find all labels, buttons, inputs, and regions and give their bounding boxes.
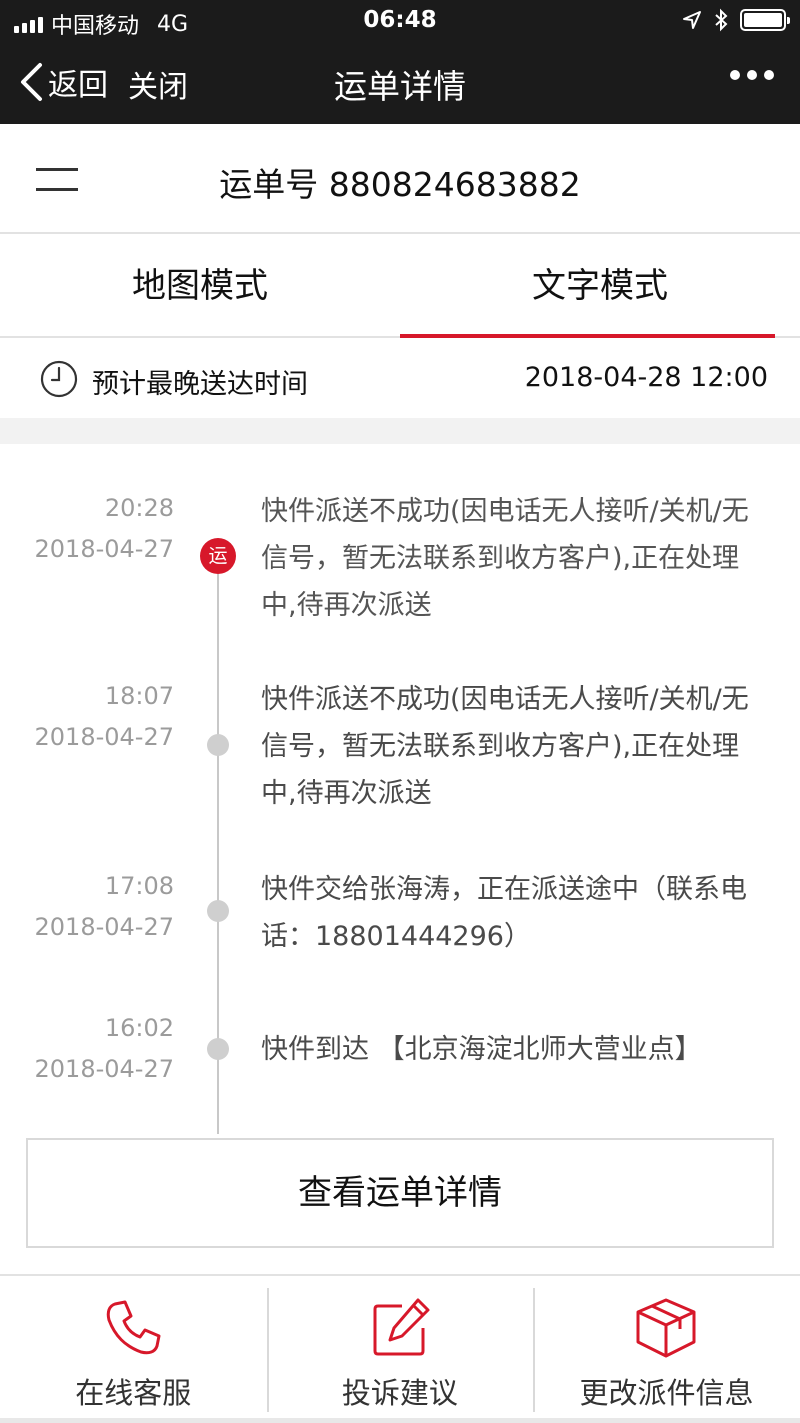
event-date: 2018-04-27 [34,1055,174,1083]
change-delivery-info-label: 更改派件信息 [579,1376,754,1410]
eta-value: 2018-04-28 12:00 [524,362,768,393]
menu-icon[interactable] [36,164,78,194]
phone-icon [107,1300,161,1355]
timeline-dot [207,900,229,922]
event-description: 快件交给张海涛，正在派送途中（联系电话：18801444296） [261,874,747,952]
event-time: 20:28 [104,494,174,522]
edit-icon [373,1298,430,1356]
transport-badge-icon: 运 [200,538,236,574]
complaint-suggestion-label: 投诉建议 [341,1376,458,1410]
eta-row: 预计最晚送达时间 2018-04-28 12:00 [0,340,800,418]
clock-icon [40,360,78,398]
event-time: 18:07 [104,682,174,710]
location-arrow-icon [683,11,701,29]
waybill-number: 运单号 880824683882 [219,165,581,204]
more-dots-icon[interactable] [730,70,774,80]
event-description: 快件派送不成功(因电话无人接听/关机/无信号，暂无法联系到收方客户),正在处理中… [261,496,749,621]
status-bar: 中国移动 4G 06:48 [0,0,800,40]
close-button[interactable]: 关闭 [128,62,188,106]
event-time: 16:02 [104,1014,174,1042]
bottom-edge [0,1418,800,1423]
back-button[interactable]: 返回 [18,60,108,104]
battery-fill [744,13,782,27]
tab-map-mode[interactable]: 地图模式 [0,236,400,336]
status-time: 06:48 [363,7,437,33]
waybill-header: 运单号 880824683882 [0,124,800,234]
bluetooth-icon [715,8,728,32]
event-description: 快件派送不成功(因电话无人接听/关机/无信号，暂无法联系到收方客户),正在处理中… [261,684,749,809]
tab-text-mode[interactable]: 文字模式 [400,236,800,338]
chevron-left-icon [21,63,42,101]
view-waybill-details-button[interactable]: 查看运单详情 [26,1138,774,1248]
bottom-action-bar: 在线客服 投诉建议 更改派件信息 [0,1274,800,1423]
eta-label: 预计最晚送达时间 [92,369,308,400]
section-divider [0,418,800,444]
complaint-suggestion-button[interactable]: 投诉建议 [266,1276,534,1423]
event-date: 2018-04-27 [34,913,174,941]
navigation-bar: 返回 关闭 运单详情 [0,40,800,124]
event-description: 快件到达 【北京海淀北师大营业点】 [261,1034,702,1065]
battery-icon [740,9,790,31]
mode-tabs: 地图模式 文字模式 [0,236,800,338]
page-title: 运单详情 [334,67,466,106]
online-service-button[interactable]: 在线客服 [0,1276,267,1423]
event-time: 17:08 [104,872,174,900]
timeline-dot [207,1038,229,1060]
event-date: 2018-04-27 [34,535,174,563]
event-date: 2018-04-27 [34,723,174,751]
change-delivery-info-button[interactable]: 更改派件信息 [533,1276,800,1423]
tracking-timeline: 20:28 2018-04-27 运 快件派送不成功(因电话无人接听/关机/无信… [0,444,800,1134]
online-service-label: 在线客服 [75,1376,192,1410]
timeline-dot [207,734,229,756]
package-icon [636,1298,696,1358]
back-label: 返回 [48,68,108,103]
